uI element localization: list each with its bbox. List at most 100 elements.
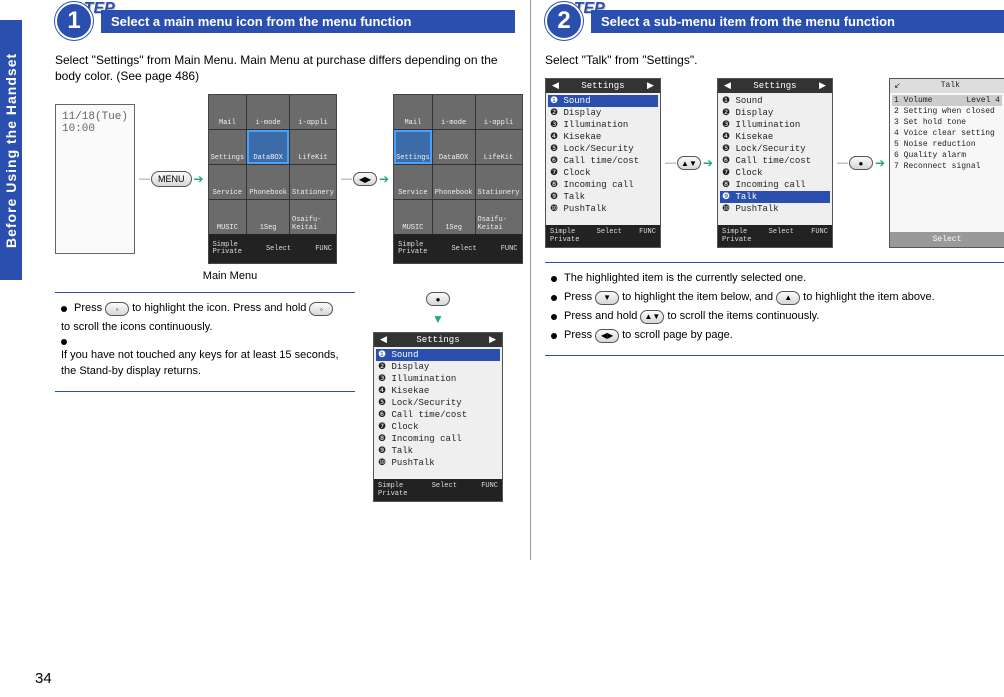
list-item: ❷ Display [722, 107, 828, 119]
softkey-left: SimplePrivate [722, 228, 751, 244]
softkey-left: SimplePrivate [213, 242, 242, 256]
list-item: ❹ Kisekae [378, 385, 498, 397]
menu-arrow: — MENU ➔ [139, 171, 204, 187]
note-text: to scroll page by page. [622, 328, 733, 344]
softkey-left: SimplePrivate [550, 228, 579, 244]
step1-column: STEP 1 Select a main menu icon from the … [55, 0, 515, 502]
step1-notes: Press ◦ to highlight the icon. Press and… [55, 292, 355, 392]
step2-title-row: 2 Select a sub-menu item from the menu f… [545, 2, 1004, 40]
dpad-down-icon: ▼ [595, 291, 619, 305]
softkey-center: Select [266, 245, 291, 253]
bullet-icon [551, 333, 557, 339]
main-menu-screen-2: Mail i-mode i-αppli Settings DataBOX Lif… [393, 94, 522, 264]
page-number: 34 [35, 670, 52, 687]
note-text: Press [74, 301, 102, 317]
dpad-icon: ▲▼ [640, 310, 664, 324]
list-item: ❶ Sound [548, 95, 658, 107]
talk-item: 6 Quality alarm [894, 150, 1000, 161]
list-item: ❽ Incoming call [378, 433, 498, 445]
step1-title: Select a main menu icon from the menu fu… [101, 10, 515, 33]
list-item: ❺ Lock/Security [550, 143, 656, 155]
note-text: to highlight the icon. Press and hold [132, 301, 306, 317]
dpad-icon: ◦ [309, 302, 333, 316]
standby-screen: 11/18(Tue) 10:00 [55, 104, 135, 254]
softkey-right: FUNC [639, 228, 656, 244]
bullet-icon [551, 314, 557, 320]
dpad-up-icon: ▲ [776, 291, 800, 305]
left-arrow-icon: ◀ [380, 335, 387, 345]
step2-title: Select a sub-menu item from the menu fun… [591, 10, 1004, 33]
talk-item: 7 Reconnect signal [894, 161, 1000, 172]
bullet-icon [61, 339, 67, 345]
dpad-center-icon: ● [849, 156, 873, 170]
talk-item: 2 Setting when closed [894, 106, 1000, 117]
grid-cell: MUSIC [209, 200, 247, 234]
softkey-left: SimplePrivate [378, 482, 407, 498]
left-arrow-icon: ◀ [552, 81, 559, 91]
settings-list-screen-2: ◀ Settings ▶ ❶ Sound ❷ Display ❸ Illumin… [717, 78, 833, 248]
list-item: ❹ Kisekae [550, 131, 656, 143]
dpad-arrow: — ◀▶ ➔ [341, 172, 389, 186]
softkey-center: Select [597, 228, 622, 244]
list-item: ❾ Talk [378, 445, 498, 457]
step1-badge: 1 [55, 2, 93, 40]
list-item: ❸ Illumination [550, 119, 656, 131]
grid-cell-highlight: DataBOX [247, 130, 289, 164]
column-divider [530, 0, 531, 560]
grid-cell: Settings [209, 130, 247, 164]
list-item: ❺ Lock/Security [378, 397, 498, 409]
dpad-icon: ▲▼ [677, 156, 701, 170]
list-item: ❶ Sound [376, 349, 500, 361]
grid-cell-highlight: Settings [394, 130, 432, 164]
talk-softkey: Select [890, 232, 1004, 247]
grid-cell: Stationery [290, 165, 336, 199]
note-text: to scroll the icons continuously. [61, 320, 212, 336]
dpad-icon: ◀▶ [353, 172, 377, 186]
note-text: to highlight the item below, and [622, 290, 773, 306]
grid-cell: DataBOX [433, 130, 475, 164]
list-item: ❹ Kisekae [722, 131, 828, 143]
note-text: Press [564, 290, 592, 306]
list-item: ❾ Talk [550, 191, 656, 203]
right-arrow-icon: ▶ [819, 81, 826, 91]
grid-cell: Mail [394, 95, 432, 129]
main-menu-caption: Main Menu [165, 270, 295, 282]
back-icon: ↙ [894, 81, 901, 91]
list-item: ❻ Call time/cost [722, 155, 828, 167]
grid-cell: Service [209, 165, 247, 199]
step1-intro: Select "Settings" from Main Menu. Main M… [55, 52, 515, 84]
screen-title: Settings [581, 81, 624, 91]
note-text: to scroll the items continuously. [667, 309, 819, 325]
talk-item: 5 Noise reduction [894, 139, 1000, 150]
step2-notes: The highlighted item is the currently se… [545, 262, 1004, 356]
step1-title-row: 1 Select a main menu icon from the menu … [55, 2, 515, 40]
softkey-left: SimplePrivate [398, 242, 427, 256]
grid-cell: LifeKit [476, 130, 522, 164]
list-item: ❼ Clock [722, 167, 828, 179]
talk-screen: ↙ Talk 1 Volume Level 4 2 Setting when c… [889, 78, 1004, 248]
grid-cell: Phonebook [247, 165, 289, 199]
talk-item: 3 Set hold tone [894, 117, 1000, 128]
list-item: ❷ Display [550, 107, 656, 119]
list-item-highlight: ❾ Talk [720, 191, 830, 203]
bullet-icon [551, 295, 557, 301]
step2-badge: 2 [545, 2, 583, 40]
softkey-center: Select [451, 245, 476, 253]
screen-title: Settings [753, 81, 796, 91]
grid-cell: i-αppli [290, 95, 336, 129]
grid-cell: LifeKit [290, 130, 336, 164]
list-item: ❽ Incoming call [722, 179, 828, 191]
menu-button[interactable]: MENU [151, 171, 192, 187]
step1-down-flow: ● ▼ ◀ Settings ▶ ❶ Sound ❷ Display ❸ Ill… [373, 292, 503, 502]
list-item: ❿ PushTalk [722, 203, 828, 215]
grid-cell: Osaifu-Keitai [290, 200, 336, 234]
dpad-arrow: — ▲▼ ➔ [665, 156, 713, 170]
step2-intro: Select "Talk" from "Settings". [545, 52, 1004, 68]
note-text: Press and hold [564, 309, 637, 325]
talk-item: 4 Voice clear setting [894, 128, 1000, 139]
list-item: ❿ PushTalk [550, 203, 656, 215]
list-item: ❻ Call time/cost [378, 409, 498, 421]
softkey-right: FUNC [315, 245, 332, 253]
right-arrow-icon: ▶ [647, 81, 654, 91]
dpad-arrow: — ● ➔ [837, 156, 885, 170]
